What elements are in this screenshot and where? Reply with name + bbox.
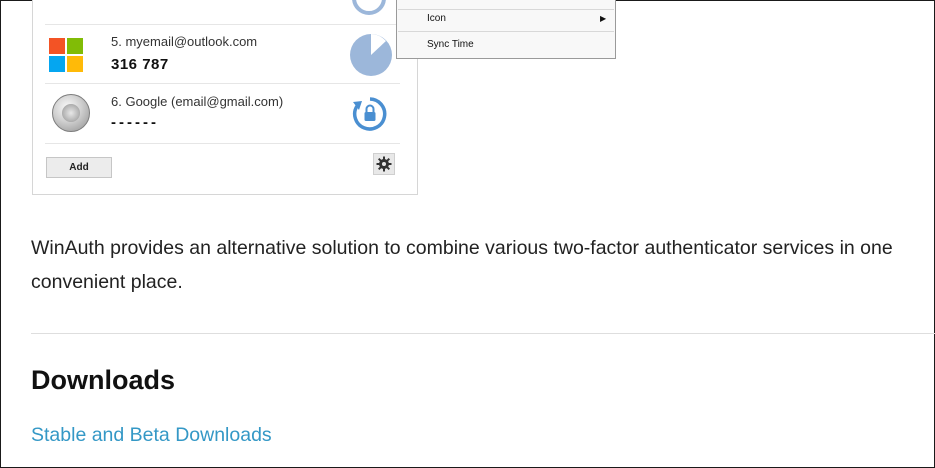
row-divider: [45, 24, 400, 25]
downloads-link[interactable]: Stable and Beta Downloads: [31, 424, 272, 447]
settings-button[interactable]: [373, 153, 395, 175]
account-code-hidden[interactable]: ------: [111, 114, 159, 131]
authenticator-window: 5. myemail@outlook.com 316 787 6. Google…: [32, 0, 418, 195]
divider: [31, 333, 935, 334]
account-code[interactable]: 316 787: [111, 56, 169, 73]
add-button[interactable]: Add: [46, 157, 112, 178]
menu-item-sync-time[interactable]: Sync Time: [427, 39, 474, 50]
google-authenticator-icon: [52, 94, 90, 132]
submenu-arrow-icon: ▶: [600, 14, 607, 23]
context-menu: Icon ▶ Sync Time: [396, 0, 616, 59]
account-label: 5. myemail@outlook.com: [111, 34, 258, 49]
menu-separator: [398, 31, 614, 32]
microsoft-logo-icon: [49, 38, 83, 72]
page-frame: 5. myemail@outlook.com 316 787 6. Google…: [0, 0, 935, 468]
countdown-pie-icon: [350, 34, 392, 76]
section-heading: Downloads: [31, 365, 176, 395]
menu-separator: [398, 9, 614, 10]
menu-item-icon[interactable]: Icon: [427, 13, 446, 24]
row-divider: [45, 143, 400, 144]
description-text: WinAuth provides an alternative solution…: [31, 237, 893, 293]
gear-icon: [376, 156, 392, 172]
refresh-lock-icon[interactable]: [350, 94, 390, 134]
account-label: 6. Google (email@gmail.com): [111, 94, 284, 109]
countdown-partial-icon: [352, 0, 386, 15]
row-divider: [45, 83, 400, 84]
